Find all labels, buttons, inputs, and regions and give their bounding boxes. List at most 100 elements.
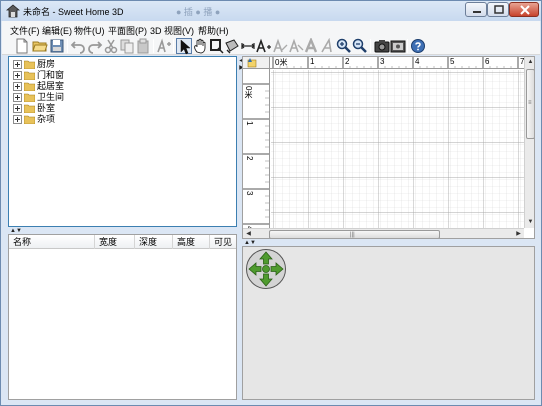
plan-vertical-scrollbar[interactable]: ▲ ≡ ▼ — [524, 57, 534, 228]
vertical-scroll-thumb[interactable]: ≡ — [526, 69, 534, 139]
save-icon — [50, 39, 64, 53]
add-text-button[interactable] — [256, 38, 272, 54]
open-file-button[interactable] — [32, 38, 48, 54]
ruler-label: 4 — [415, 57, 420, 66]
zoom-in-button[interactable] — [336, 38, 352, 54]
catalog-category-label: 卧室 — [37, 103, 56, 113]
redo-button[interactable] — [87, 38, 103, 54]
ruler-label: 3 — [380, 57, 385, 66]
column-header-name[interactable]: 名称 — [9, 235, 95, 249]
folder-icon — [24, 93, 35, 102]
zoom-out-button[interactable] — [352, 38, 368, 54]
scroll-down-arrow[interactable]: ▼ — [525, 217, 534, 228]
paste-button[interactable] — [135, 38, 151, 54]
horizontal-scroll-thumb[interactable]: ||| — [269, 230, 440, 238]
expand-icon[interactable] — [13, 104, 22, 113]
help-button[interactable] — [410, 38, 426, 54]
scroll-up-arrow[interactable]: ▲ — [525, 57, 534, 68]
folder-icon — [24, 115, 35, 124]
catalog-category[interactable]: 杂项 — [9, 114, 209, 125]
ruler-label: 0米 — [275, 58, 288, 67]
catalog-category[interactable]: 起居室 — [9, 81, 209, 92]
close-button[interactable] — [509, 2, 539, 17]
bold-text-button[interactable] — [304, 36, 320, 54]
furniture-table-header: 名称 宽度 深度 高度 可见 — [9, 235, 236, 249]
furniture-list-table[interactable]: 名称 宽度 深度 高度 可见 — [8, 234, 237, 400]
ruler-label: 1 — [245, 121, 254, 126]
catalog-category-label: 杂项 — [37, 114, 56, 124]
add-furniture-button[interactable] — [156, 38, 172, 54]
modify-text-style-button[interactable] — [272, 38, 288, 54]
copy-button[interactable] — [119, 38, 135, 54]
ruler-corner — [243, 57, 270, 69]
ruler-label: 0米 — [244, 86, 253, 99]
menu-furniture[interactable]: 物件(U) — [74, 24, 105, 37]
ruler-label: 1 — [310, 57, 315, 66]
create-walls-icon — [210, 39, 224, 54]
expand-icon[interactable] — [13, 82, 22, 91]
video-camera-icon — [390, 40, 406, 53]
maximize-icon — [494, 5, 504, 14]
catalog-category[interactable]: 卫生间 — [9, 92, 209, 103]
column-header-height[interactable]: 高度 — [173, 235, 210, 249]
create-walls-button[interactable] — [208, 38, 224, 54]
plan-horizontal-scrollbar[interactable]: ◀ ||| ▶ — [243, 228, 524, 238]
modify-text-style-button-2[interactable] — [288, 38, 304, 54]
plan-view[interactable]: 0米 1 2 3 4 5 6 7 — [242, 56, 535, 239]
cut-button[interactable] — [103, 38, 119, 54]
plan-grid[interactable] — [271, 70, 524, 228]
ruler-label: 6 — [485, 57, 490, 66]
catalog-category-label: 卫生间 — [37, 92, 65, 102]
toolbar-separator — [407, 39, 408, 53]
undo-button[interactable] — [70, 38, 86, 54]
text-style-icon-2 — [289, 38, 304, 53]
maximize-button[interactable] — [487, 2, 509, 17]
3d-navigation-control[interactable] — [245, 248, 287, 290]
minimize-button[interactable] — [465, 2, 487, 17]
column-header-depth[interactable]: 深度 — [135, 235, 173, 249]
menu-plan[interactable]: 平面图(P) — [108, 24, 147, 37]
menu-file[interactable]: 文件(F) — [10, 24, 40, 37]
new-file-button[interactable] — [14, 38, 30, 54]
window-title: 未命名 - Sweet Home 3D — [23, 7, 124, 17]
menu-3d-view[interactable]: 3D 视图(V) — [150, 24, 194, 37]
catalog-category[interactable]: 厨房 — [9, 59, 209, 70]
expand-icon[interactable] — [13, 115, 22, 124]
italic-text-button[interactable] — [320, 37, 336, 54]
bold-a-icon — [304, 36, 318, 53]
ruler-label: 2 — [245, 156, 254, 161]
pan-mode-button[interactable] — [192, 38, 208, 54]
folder-icon — [24, 71, 35, 80]
column-header-width[interactable]: 宽度 — [95, 235, 135, 249]
toolbar — [2, 36, 540, 55]
create-dimensions-icon — [241, 43, 255, 49]
catalog-category[interactable]: 门和窗 — [9, 70, 209, 81]
3d-view[interactable] — [242, 246, 535, 400]
catalog-category-label: 门和窗 — [37, 70, 65, 80]
create-photo-button[interactable] — [374, 38, 390, 54]
scroll-right-arrow[interactable]: ▶ — [513, 229, 524, 238]
copy-icon — [120, 39, 134, 54]
create-video-button[interactable] — [390, 38, 406, 54]
toolbar-separator — [67, 39, 68, 53]
close-icon — [520, 5, 530, 15]
scroll-left-arrow[interactable]: ◀ — [243, 229, 254, 238]
expand-icon[interactable] — [13, 60, 22, 69]
create-dimensions-button[interactable] — [240, 38, 256, 54]
expand-icon[interactable] — [13, 71, 22, 80]
furniture-catalog-tree[interactable]: 厨房 门和窗 起居室 卫生间 卧室 杂项 — [8, 56, 237, 227]
catalog-category[interactable]: 卧室 — [9, 103, 209, 114]
column-header-visible[interactable]: 可见 — [210, 235, 236, 249]
create-rooms-button[interactable] — [224, 38, 240, 54]
help-icon — [411, 39, 425, 53]
new-file-icon — [16, 38, 28, 54]
menu-help[interactable]: 帮助(H) — [198, 24, 229, 37]
select-mode-button[interactable] — [176, 38, 192, 55]
expand-icon[interactable] — [13, 93, 22, 102]
undo-icon — [70, 41, 85, 54]
title-bar[interactable]: 未命名 - Sweet Home 3D ● 插 ● 播 ● — [1, 1, 541, 21]
text-style-icon — [273, 38, 288, 53]
zoom-out-icon — [352, 38, 367, 53]
save-file-button[interactable] — [49, 38, 65, 54]
menu-edit[interactable]: 编辑(E) — [42, 24, 72, 37]
